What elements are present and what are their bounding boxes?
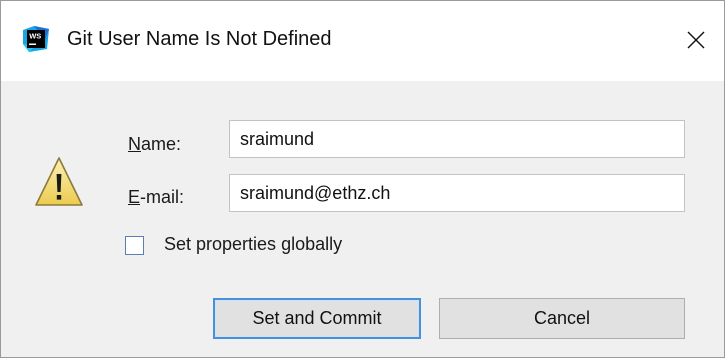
- set-globally-label[interactable]: Set properties globally: [164, 234, 342, 255]
- email-field[interactable]: [229, 174, 685, 212]
- name-label-text: ame:: [141, 134, 182, 154]
- close-icon: [687, 31, 705, 49]
- svg-text:WS: WS: [29, 32, 41, 41]
- cancel-button[interactable]: Cancel: [439, 298, 685, 339]
- name-label-mnemonic: N: [128, 134, 141, 154]
- set-globally-label-after: lobally: [291, 234, 343, 254]
- email-label: E-mail:: [128, 187, 184, 208]
- name-label: Name:: [128, 134, 181, 155]
- title-bar: WS Git User Name Is Not Defined: [1, 1, 724, 81]
- email-label-text: -mail:: [140, 187, 185, 207]
- close-button[interactable]: [673, 17, 719, 63]
- window-title: Git User Name Is Not Defined: [67, 28, 332, 50]
- set-globally-label-before: Set properties: [164, 234, 282, 254]
- set-globally-checkbox[interactable]: [125, 236, 144, 255]
- set-globally-label-mnemonic: g: [281, 234, 292, 254]
- email-label-mnemonic: E: [128, 187, 141, 207]
- name-field[interactable]: [229, 120, 685, 158]
- webstorm-icon: WS: [23, 26, 49, 52]
- warning-icon: [35, 157, 83, 206]
- git-user-dialog: WS Git User Name Is Not Defined Name: E-…: [0, 0, 725, 358]
- set-and-commit-button[interactable]: Set and Commit: [213, 298, 421, 339]
